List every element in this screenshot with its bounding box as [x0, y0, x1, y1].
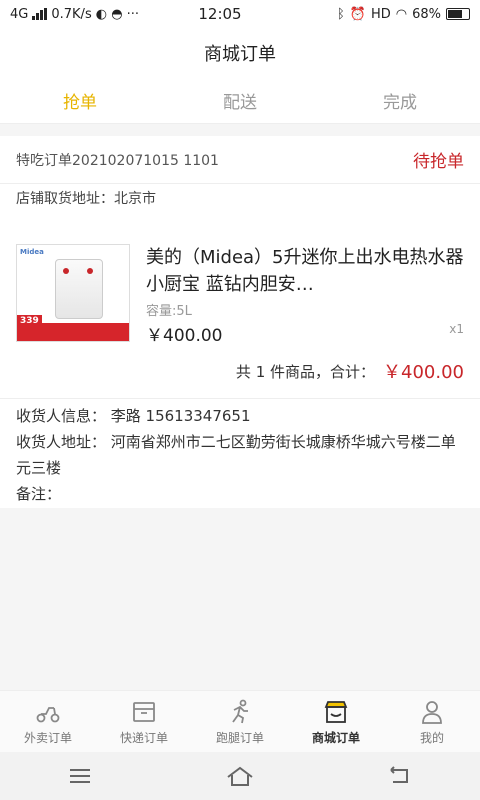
menu-button[interactable] — [60, 761, 100, 791]
product-spec: 容量:5L — [146, 304, 192, 319]
tab-grab[interactable]: 抢单 — [0, 78, 160, 123]
order-summary: 共 1 件商品，合计： ￥400.00 — [236, 358, 464, 384]
wifi-icon: ◠ — [395, 6, 408, 22]
signal-icon — [32, 8, 48, 20]
pickup-address: 店铺取货地址： 北京市 — [0, 184, 480, 212]
product-image: Midea 339 — [16, 244, 130, 342]
receiver-section: 收货人信息： 李路 15613347651 收货人地址： 河南省郑州市二七区勤劳… — [0, 398, 480, 507]
shop-icon — [324, 700, 348, 723]
order-id: 特吃订单202102071015 1101 — [16, 152, 219, 169]
status-time: 12:05 — [198, 5, 242, 23]
pickup-value: 北京市 — [114, 191, 156, 207]
nav-label: 外卖订单 — [23, 730, 72, 745]
bluetooth-icon: ᛒ — [336, 6, 345, 22]
product-image-promo-band — [17, 323, 129, 341]
nav-express-orders[interactable]: 快递订单 — [96, 691, 192, 752]
order-card[interactable]: 特吃订单202102071015 1101 待抢单 店铺取货地址： 北京市 Mi… — [0, 136, 480, 508]
product-item[interactable]: Midea 339 美的（Midea）5升迷你上出水电热水器小厨宝 蓝钻内胆安…… — [16, 244, 464, 346]
receiver-address: 收货人地址： 河南省郑州市二七区勤劳街长城康桥华城六号楼二单元三楼 — [16, 433, 456, 477]
hd-badge: HD — [370, 6, 391, 22]
product-price: ￥400.00 — [146, 326, 223, 346]
package-icon — [133, 701, 155, 722]
heater-knob-right — [87, 268, 93, 274]
page-title: 商城订单 — [204, 44, 276, 65]
tab-completed[interactable]: 完成 — [320, 78, 480, 123]
runner-icon — [232, 699, 248, 723]
order-status-badge[interactable]: 待抢单 — [413, 147, 464, 172]
bottom-nav: 外卖订单 快递订单 跑腿订单 商城订单 我的 — [0, 690, 480, 752]
nav-takeout-orders[interactable]: 外卖订单 — [0, 691, 96, 752]
tab-delivery[interactable]: 配送 — [160, 78, 320, 123]
back-icon — [390, 766, 408, 783]
status-bar: 4G 0.7K/s ◐ ◓ ··· 12:05 ᛒ ⏰ HD ◠ 68% — [0, 0, 480, 28]
summary-text: 共 1 件商品，合计： — [235, 362, 376, 381]
order-tabs: 抢单 配送 完成 — [0, 78, 480, 124]
home-button[interactable] — [220, 761, 260, 791]
scooter-icon — [36, 706, 60, 722]
product-quantity: x1 — [449, 322, 464, 336]
status-right: ᛒ ⏰ HD ◠ 68% — [280, 7, 470, 22]
system-nav-bar — [0, 752, 480, 800]
notification-icons: ◐ ◓ ··· — [95, 6, 140, 22]
nav-label: 我的 — [419, 730, 444, 745]
alarm-icon: ⏰ — [349, 6, 366, 22]
order-header: 特吃订单202102071015 1101 待抢单 — [0, 136, 480, 184]
product-name: 美的（Midea）5升迷你上出水电热水器小厨宝 蓝钻内胆安… — [146, 247, 464, 295]
menu-icon — [70, 769, 90, 783]
battery-icon — [446, 8, 470, 20]
user-icon — [422, 700, 442, 724]
battery-percent: 68% — [412, 6, 441, 22]
network-type: 4G — [10, 6, 29, 22]
product-image-brand: Midea — [20, 248, 44, 256]
summary-total: ￥400.00 — [383, 362, 464, 383]
product-info: 美的（Midea）5升迷你上出水电热水器小厨宝 蓝钻内胆安… 容量:5L ￥40… — [146, 244, 464, 346]
nav-mine[interactable]: 我的 — [384, 691, 480, 752]
heater-knob-left — [63, 268, 69, 274]
order-remark: 备注： — [16, 485, 62, 503]
receiver-info: 收货人信息： 李路 15613347651 — [16, 407, 251, 425]
nav-errand-orders[interactable]: 跑腿订单 — [192, 691, 288, 752]
water-heater-illustration — [55, 259, 103, 319]
nav-label: 跑腿订单 — [215, 730, 264, 745]
nav-label: 快递订单 — [119, 730, 168, 745]
back-button[interactable] — [380, 761, 420, 791]
nav-label: 商城订单 — [311, 730, 360, 745]
page-header: 商城订单 — [0, 28, 480, 78]
pickup-label: 店铺取货地址： — [16, 191, 114, 207]
network-speed: 0.7K/s — [51, 6, 92, 22]
home-icon — [227, 766, 253, 786]
nav-mall-orders[interactable]: 商城订单 — [288, 691, 384, 752]
